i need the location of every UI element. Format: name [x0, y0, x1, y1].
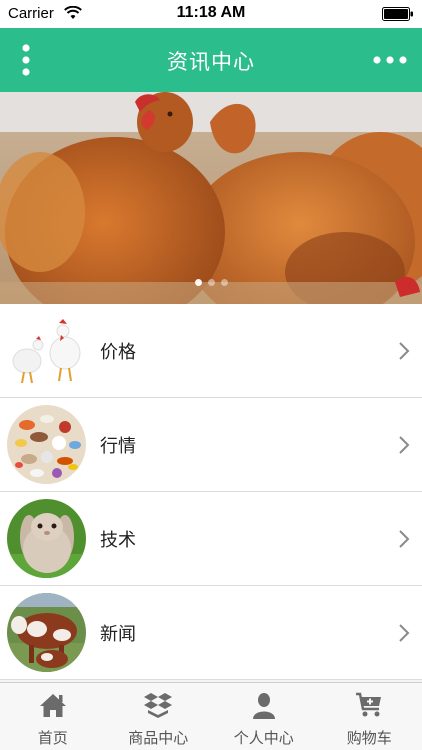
chickens-photo [0, 92, 422, 304]
nav-bar: 资讯中心 [0, 28, 422, 92]
list-item-market[interactable]: 行情 [0, 398, 422, 492]
app-screen: Carrier 11:18 AM 资讯中心 价格 行情 技术 新闻 首页 商品中… [0, 0, 422, 750]
home-icon [39, 694, 66, 717]
list-item-label: 价格 [100, 342, 136, 363]
page-title: 资讯中心 [167, 50, 255, 74]
chevron-right-icon [399, 342, 410, 360]
pills-image [7, 405, 86, 484]
tab-label: 个人中心 [233, 729, 294, 747]
tab-home[interactable]: 首页 [0, 683, 106, 750]
carousel-dot[interactable] [194, 279, 202, 286]
tab-profile[interactable]: 个人中心 [211, 683, 317, 750]
tab-label: 商品中心 [128, 729, 189, 747]
cart-icon [356, 692, 382, 717]
boxes-icon [144, 693, 173, 718]
list-item-label: 技术 [100, 530, 136, 551]
carousel-dot[interactable] [220, 279, 228, 286]
white-chickens-image [7, 311, 86, 390]
tab-bar: 首页 商品中心 个人中心 购物车 [0, 682, 422, 750]
tab-products[interactable]: 商品中心 [106, 683, 212, 750]
person-icon [252, 693, 275, 719]
rabbit-image [7, 499, 86, 578]
list-item-news[interactable]: 新闻 [0, 586, 422, 680]
chevron-right-icon [399, 530, 410, 548]
list-item-technology[interactable]: 技术 [0, 492, 422, 586]
category-list: 价格 行情 技术 新闻 [0, 304, 422, 680]
chevron-right-icon [399, 436, 410, 454]
more-dots-icon[interactable] [370, 48, 410, 72]
tab-cart[interactable]: 购物车 [317, 683, 422, 750]
carousel-dot[interactable] [207, 279, 215, 286]
banner-carousel[interactable] [0, 92, 422, 304]
tab-label: 购物车 [346, 729, 392, 747]
chevron-right-icon [399, 624, 410, 642]
carousel-dots [0, 279, 422, 286]
list-item-label: 新闻 [100, 624, 136, 645]
status-bar: Carrier 11:18 AM [0, 0, 422, 28]
battery-icon [382, 7, 413, 21]
status-time: 11:18 AM [176, 4, 246, 21]
tab-label: 首页 [37, 729, 68, 747]
list-item-price[interactable]: 价格 [0, 304, 422, 398]
list-item-label: 行情 [100, 436, 136, 457]
cattle-image [7, 593, 86, 672]
